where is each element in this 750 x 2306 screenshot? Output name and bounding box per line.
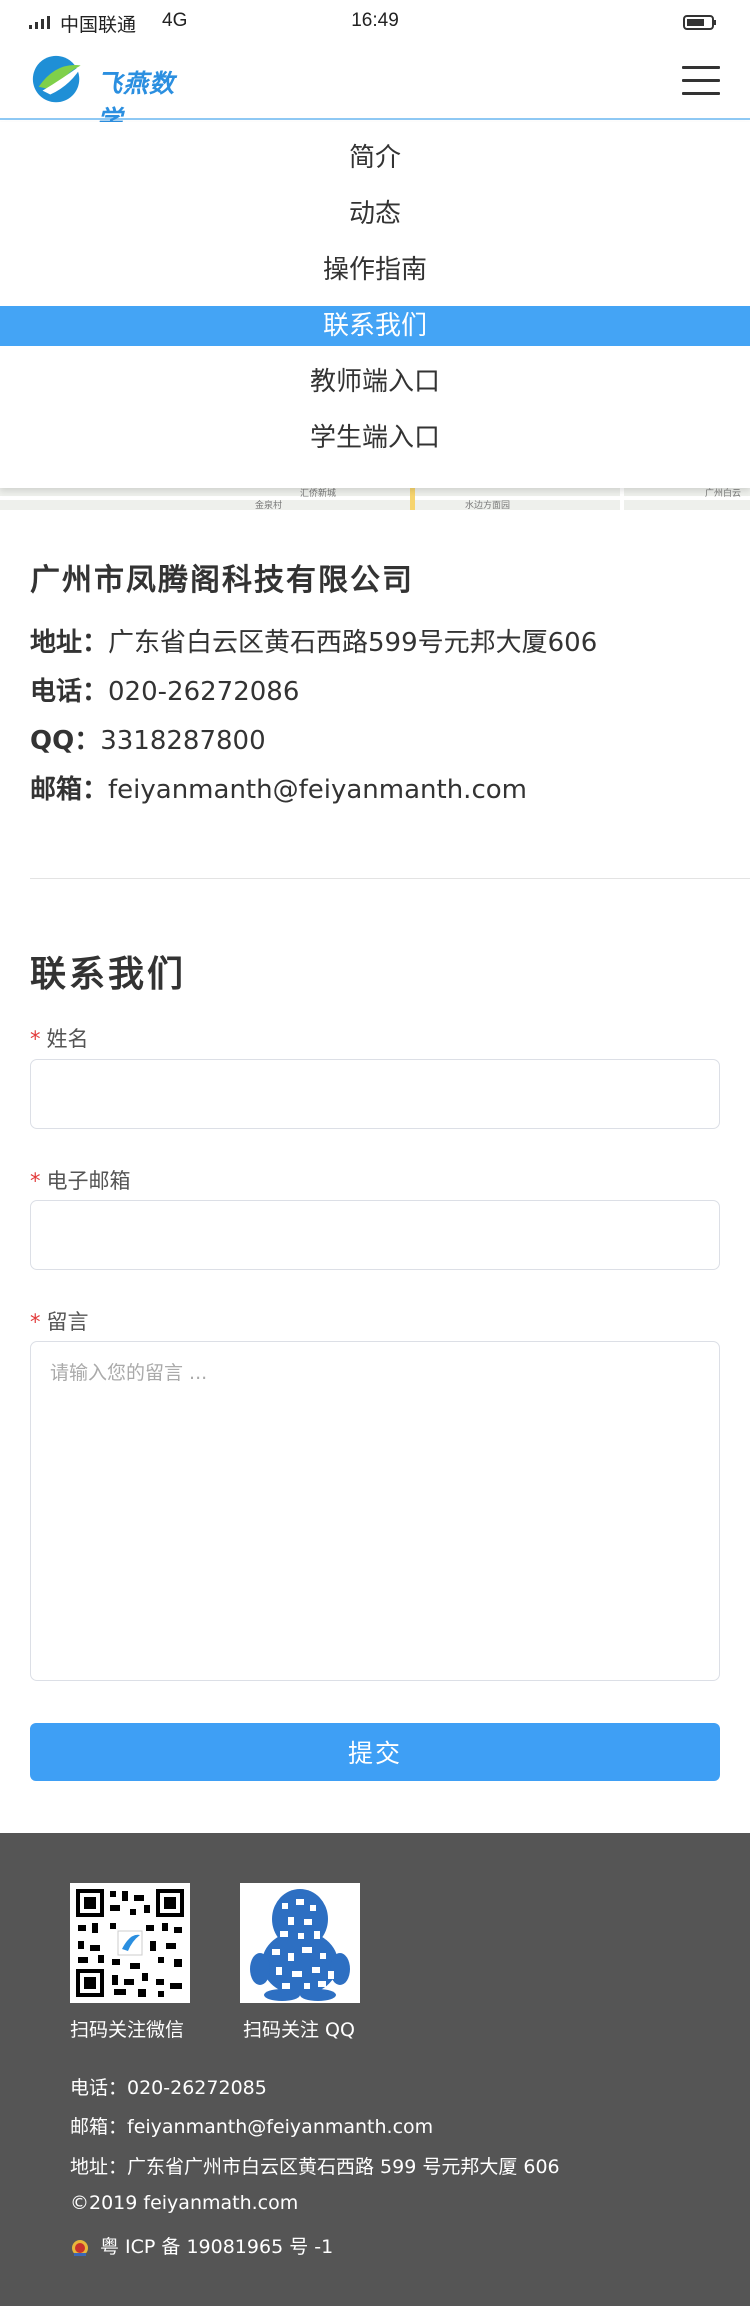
company-phone: 电话：020-26272086 bbox=[30, 668, 720, 717]
company-email: 邮箱：feiyanmanth@feiyanmanth.com bbox=[30, 766, 720, 815]
battery-icon bbox=[683, 15, 716, 30]
footer-email: 邮箱：feiyanmanth@feiyanmanth.com bbox=[70, 2116, 434, 2138]
address-value: 广东省白云区黄石西路599号元邦大厦606 bbox=[108, 628, 598, 658]
site-logo[interactable]: 飞燕数学 bbox=[29, 50, 179, 134]
company-info: 广州市凤腾阁科技有限公司 地址：广东省白云区黄石西路599号元邦大厦606 电话… bbox=[30, 555, 720, 815]
nav-item-news[interactable]: 动态 bbox=[0, 194, 750, 234]
status-bar: 中国联通 4G 16:49 bbox=[0, 0, 750, 44]
required-mark: * bbox=[30, 1310, 41, 1334]
nav-item-intro[interactable]: 简介 bbox=[0, 138, 750, 178]
email-input[interactable] bbox=[31, 1201, 719, 1269]
site-footer: 扫码关注微信 扫码关注 QQ 电话：020-26272085 邮箱：feiyan… bbox=[0, 1833, 750, 2306]
police-badge-icon bbox=[72, 2239, 88, 2256]
name-label-text: 姓名 bbox=[46, 1027, 89, 1051]
qq-qr-code bbox=[240, 1883, 360, 2003]
wechat-qr-code bbox=[70, 1883, 190, 2003]
message-field[interactable] bbox=[30, 1341, 720, 1681]
qq-label: QQ： bbox=[30, 726, 101, 756]
section-divider bbox=[30, 878, 750, 879]
nav-item-contact[interactable]: 联系我们 bbox=[0, 306, 750, 346]
name-field-label: * 姓名 bbox=[30, 1023, 89, 1053]
logo-icon bbox=[32, 55, 84, 103]
message-field-label: * 留言 bbox=[30, 1306, 89, 1336]
company-qq: QQ：3318287800 bbox=[30, 717, 720, 766]
clock: 16:49 bbox=[351, 10, 399, 31]
email-field-label: * 电子邮箱 bbox=[30, 1165, 131, 1195]
company-address: 地址：广东省白云区黄石西路599号元邦大厦606 bbox=[30, 619, 720, 668]
qq-value: 3318287800 bbox=[100, 726, 266, 756]
address-label: 地址： bbox=[30, 628, 109, 658]
footer-phone: 电话：020-26272085 bbox=[70, 2077, 267, 2099]
qq-caption: 扫码关注 QQ bbox=[243, 2019, 355, 2041]
map-label: 金泉村 bbox=[255, 501, 283, 510]
email-label-text: 电子邮箱 bbox=[46, 1169, 131, 1193]
phone-value: 020-26272086 bbox=[108, 677, 300, 707]
email-value: feiyanmanth@feiyanmanth.com bbox=[108, 775, 527, 805]
submit-button[interactable]: 提交 bbox=[30, 1723, 720, 1781]
wechat-caption: 扫码关注微信 bbox=[70, 2019, 185, 2041]
name-field[interactable] bbox=[30, 1059, 720, 1129]
company-name: 广州市凤腾阁科技有限公司 bbox=[30, 563, 414, 598]
dropdown-nav: 简介 动态 操作指南 联系我们 教师端入口 学生端入口 bbox=[0, 122, 750, 488]
required-mark: * bbox=[30, 1169, 41, 1193]
menu-icon[interactable] bbox=[682, 66, 720, 98]
footer-copyright: ©2019 feiyanmath.com bbox=[70, 2192, 299, 2214]
map-road bbox=[0, 496, 750, 500]
nav-item-student-portal[interactable]: 学生端入口 bbox=[0, 418, 750, 458]
message-textarea[interactable] bbox=[31, 1342, 719, 1680]
phone-label: 电话： bbox=[30, 677, 109, 707]
nav-item-teacher-portal[interactable]: 教师端入口 bbox=[0, 362, 750, 402]
footer-icp[interactable]: 粤 ICP 备 19081965 号 -1 bbox=[70, 2232, 333, 2259]
page: 中国联通 4G 16:49 飞燕数学 汇侨新城 金泉村 水边方面园 广州白云 简… bbox=[0, 0, 750, 2306]
message-label-text: 留言 bbox=[46, 1310, 89, 1334]
site-header: 飞燕数学 bbox=[0, 44, 750, 134]
footer-address: 地址：广东省广州市白云区黄石西路 599 号元邦大厦 606 bbox=[70, 2156, 560, 2178]
email-field[interactable] bbox=[30, 1200, 720, 1270]
form-title: 联系我们 bbox=[30, 954, 187, 995]
icp-text[interactable]: 粤 ICP 备 19081965 号 -1 bbox=[100, 2236, 333, 2258]
email-label: 邮箱： bbox=[30, 775, 109, 805]
name-input[interactable] bbox=[31, 1060, 719, 1128]
required-mark: * bbox=[30, 1027, 41, 1051]
nav-item-guide[interactable]: 操作指南 bbox=[0, 250, 750, 290]
map-label: 水边方面园 bbox=[465, 501, 511, 510]
